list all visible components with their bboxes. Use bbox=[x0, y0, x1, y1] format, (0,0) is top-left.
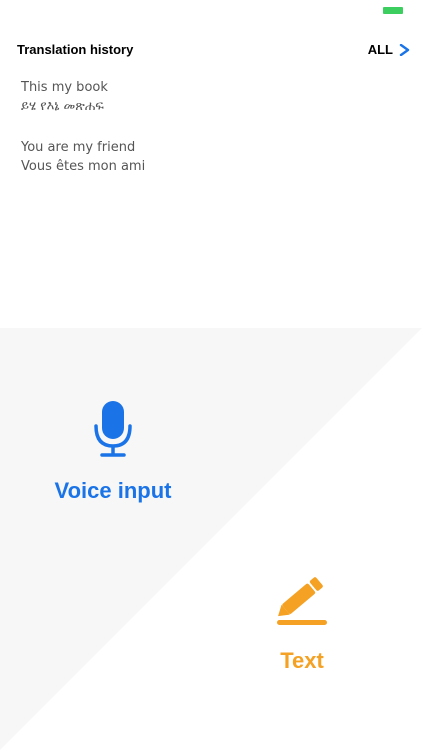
pencil-icon bbox=[277, 577, 327, 625]
microphone-icon bbox=[94, 401, 132, 457]
history-translation: ይሄ የእኔ መጽሐፍ bbox=[21, 99, 104, 114]
history-header: Translation history ALL bbox=[0, 40, 422, 62]
history-source: This my book bbox=[21, 80, 108, 95]
history-translation: Vous êtes mon ami bbox=[21, 159, 146, 174]
voice-input-label: Voice input bbox=[54, 478, 172, 503]
diagonal-background bbox=[0, 328, 422, 750]
battery-icon bbox=[383, 7, 403, 14]
input-mode-panel: Voice input Text bbox=[0, 328, 422, 750]
app-screen: Translation history ALL This my book ይሄ … bbox=[0, 0, 422, 750]
history-source: You are my friend bbox=[21, 140, 136, 155]
chevron-right-icon bbox=[399, 43, 410, 56]
all-history-link[interactable]: ALL bbox=[368, 42, 410, 57]
text-input-button[interactable]: Text bbox=[262, 570, 342, 680]
history-list: This my book ይሄ የእኔ መጽሐፍ You are my frie… bbox=[21, 78, 401, 198]
text-input-label: Text bbox=[280, 648, 324, 673]
history-title: Translation history bbox=[17, 42, 134, 57]
history-item[interactable]: You are my friend Vous êtes mon ami bbox=[21, 138, 401, 176]
history-item[interactable]: This my book ይሄ የእኔ መጽሐፍ bbox=[21, 78, 401, 116]
voice-input-button[interactable]: Voice input bbox=[40, 398, 186, 510]
all-label: ALL bbox=[367, 42, 393, 57]
